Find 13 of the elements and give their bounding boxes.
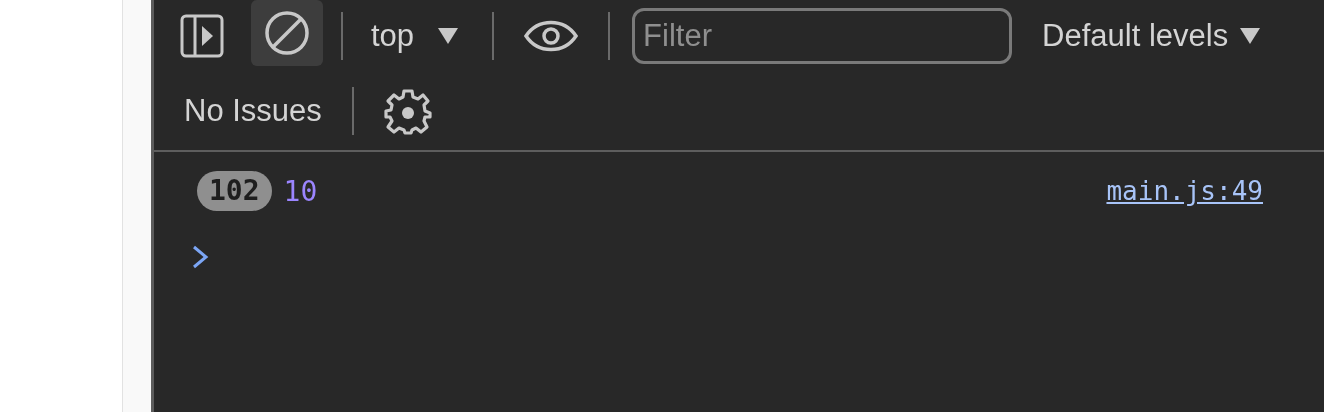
sidebar-toggle-button[interactable] (180, 14, 224, 58)
log-levels-dropdown[interactable]: Default levels (1032, 18, 1261, 54)
issues-label[interactable]: No Issues (184, 93, 322, 129)
filter-field[interactable]: Filter (632, 8, 1013, 64)
source-link[interactable]: main.js:49 (1106, 176, 1263, 206)
repeat-count-badge: 102 (197, 171, 272, 211)
prompt-chevron-icon (191, 244, 209, 270)
log-value: 10 (283, 174, 318, 208)
clear-console-button[interactable] (251, 0, 323, 66)
caret-icon (1240, 28, 1261, 44)
settings-button[interactable] (383, 87, 432, 135)
caret-icon (438, 28, 459, 44)
context-dropdown[interactable]: top (361, 18, 475, 54)
